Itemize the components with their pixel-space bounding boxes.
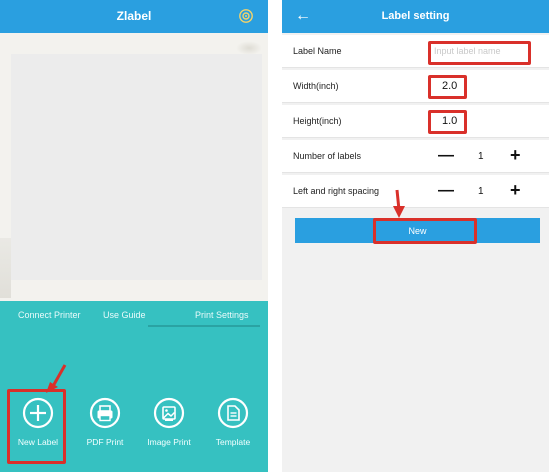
label-preview-area	[0, 33, 268, 301]
spacing-row: Left and right spacing — 1 +	[282, 175, 549, 208]
arrow-icon	[46, 364, 67, 393]
tab-underline	[148, 325, 260, 327]
image-print-text: Image Print	[147, 437, 191, 447]
printer-icon	[89, 397, 121, 429]
pdf-print-button[interactable]: PDF Print	[75, 397, 135, 461]
arrow-icon	[393, 189, 405, 218]
pdf-print-text: PDF Print	[86, 437, 124, 447]
function-tabs: Connect Printer Use Guide Print Settings	[0, 301, 268, 329]
settings-header: ← Label setting	[282, 0, 549, 33]
height-highlight	[428, 110, 467, 134]
labels-minus-button[interactable]: —	[438, 148, 454, 164]
tab-print-settings[interactable]: Print Settings	[195, 310, 249, 320]
new-label-highlight	[7, 389, 66, 464]
width-highlight	[428, 75, 467, 99]
height-row: Height(inch) 1.0	[282, 105, 549, 138]
label-name-label: Label Name	[293, 46, 342, 56]
image-print-button[interactable]: Image Print	[139, 397, 199, 461]
width-label: Width(inch)	[293, 81, 339, 91]
spacing-label: Left and right spacing	[293, 186, 380, 196]
new-button-highlight	[373, 218, 477, 244]
app-title: Zlabel	[116, 9, 152, 23]
labels-count: 1	[478, 151, 484, 162]
gear-icon[interactable]	[238, 8, 254, 24]
width-row: Width(inch) 2.0	[282, 70, 549, 103]
home-screen: Zlabel Connect Printer Use Guide Print S…	[0, 0, 268, 472]
label-preview	[11, 54, 262, 280]
labels-plus-button[interactable]: +	[510, 146, 521, 164]
app-header: Zlabel	[0, 0, 268, 33]
template-button[interactable]: Template	[203, 397, 263, 461]
spacing-count: 1	[478, 186, 484, 197]
tab-use-guide[interactable]: Use Guide	[103, 310, 146, 320]
height-label: Height(inch)	[293, 116, 342, 126]
number-of-labels-row: Number of labels — 1 +	[282, 140, 549, 173]
document-icon	[217, 397, 249, 429]
page-title: Label setting	[381, 10, 450, 22]
spacing-minus-button[interactable]: —	[438, 183, 454, 199]
spacing-plus-button[interactable]: +	[510, 181, 521, 199]
label-setting-screen: ← Label setting Label Name Input label n…	[282, 0, 549, 472]
image-icon	[153, 397, 185, 429]
number-of-labels-label: Number of labels	[293, 151, 362, 161]
template-text: Template	[215, 437, 251, 447]
label-name-highlight	[428, 41, 531, 65]
tab-connect-printer[interactable]: Connect Printer	[18, 310, 81, 320]
